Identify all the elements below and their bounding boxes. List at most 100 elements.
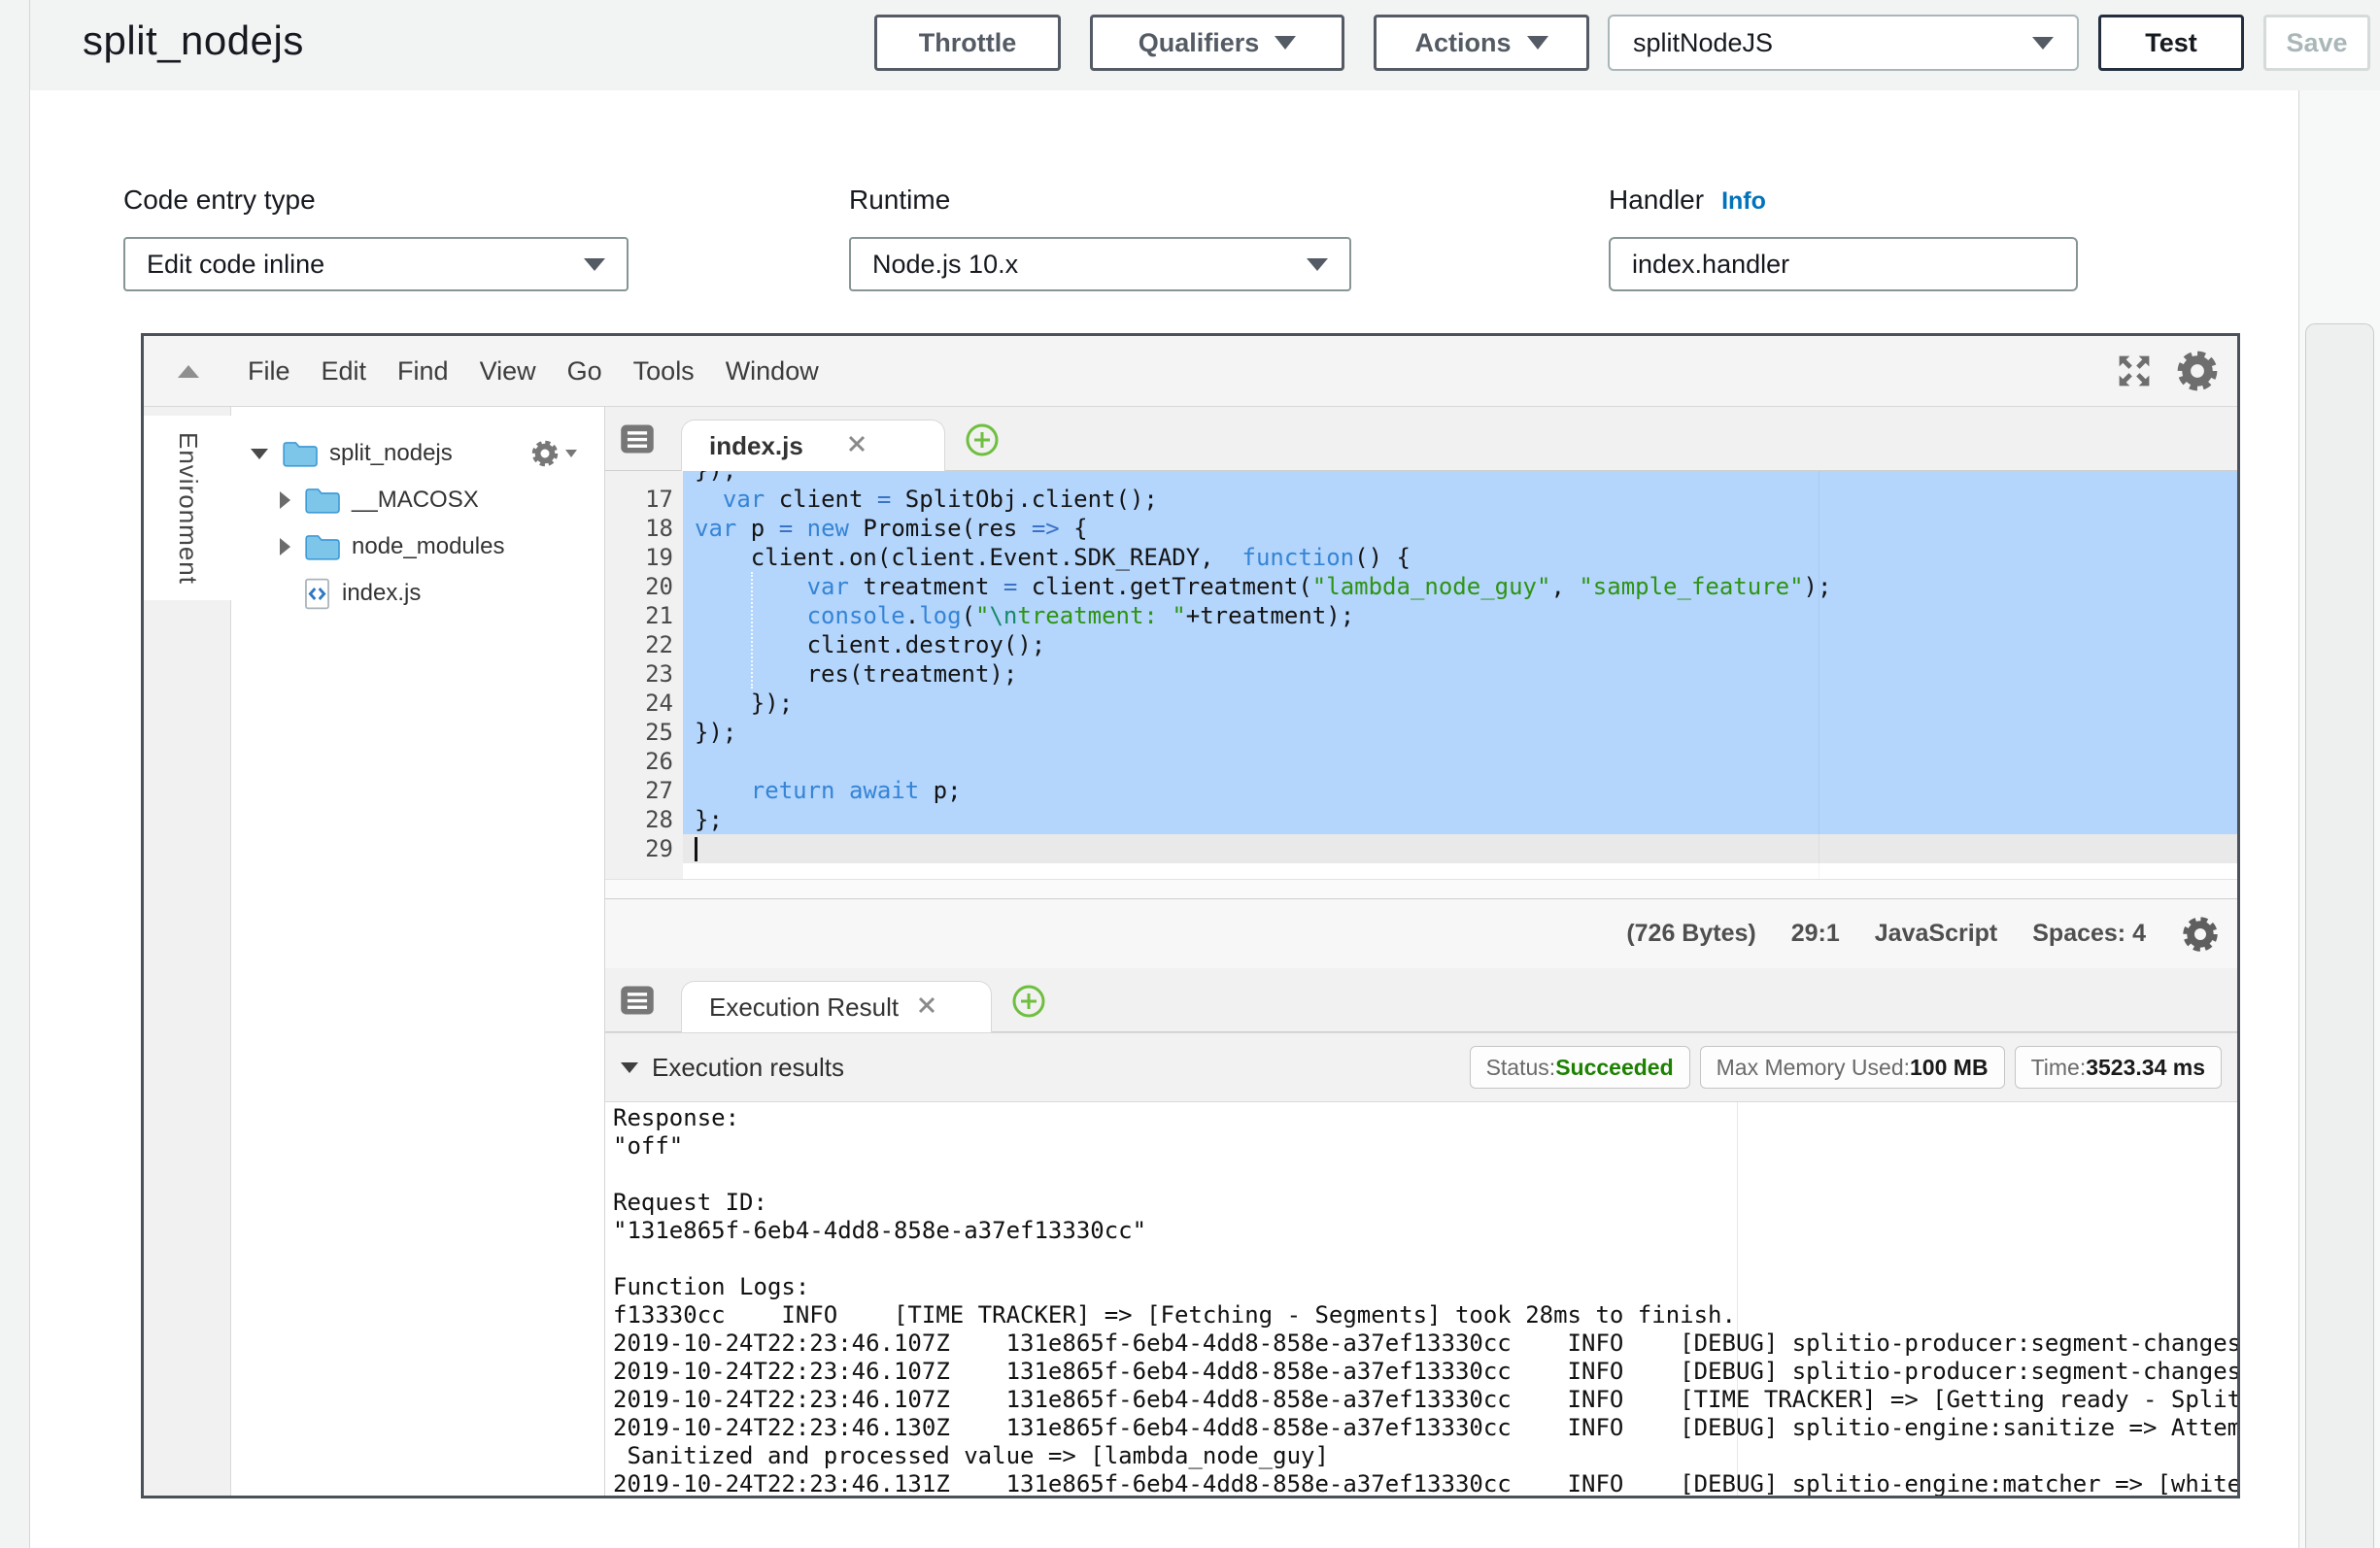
- log-line: 2019-10-24T22:23:46.107Z 131e865f-6eb4-4…: [613, 1329, 2237, 1358]
- spaces-status[interactable]: Spaces: 4: [2032, 920, 2146, 948]
- menu-item-go[interactable]: Go: [552, 356, 618, 387]
- chevron-down-icon: [1275, 36, 1296, 50]
- code-line-21: console.log("\ntreatment: "+treatment);: [695, 601, 2237, 630]
- handler-value: index.handler: [1632, 250, 1789, 280]
- code-entry-type-select[interactable]: Edit code inline: [123, 237, 629, 291]
- log-line: [613, 1161, 2237, 1189]
- log-line: "off": [613, 1132, 2237, 1161]
- log-line: 2019-10-24T22:23:46.107Z 131e865f-6eb4-4…: [613, 1358, 2237, 1386]
- runtime-select[interactable]: Node.js 10.x: [849, 237, 1351, 291]
- line-number: 28: [615, 805, 673, 834]
- log-line: Function Logs:: [613, 1273, 2237, 1301]
- menu-item-tools[interactable]: Tools: [618, 356, 710, 387]
- runtime-field: Runtime Node.js 10.x: [849, 185, 1351, 291]
- code-line-24: });: [695, 689, 2237, 718]
- line-number-gutter: 17181920212223242526272829: [605, 471, 683, 879]
- close-icon[interactable]: [916, 994, 937, 1021]
- test-event-select[interactable]: splitNodeJS: [1608, 15, 2079, 71]
- badge-value: 100 MB: [1910, 1055, 1989, 1081]
- code-line-25: });: [695, 718, 2237, 747]
- code-line-18: var p = new Promise(res => {: [695, 514, 2237, 543]
- line-number: 25: [615, 718, 673, 747]
- code-editor-area[interactable]: 17181920212223242526272829 }); var clien…: [605, 471, 2237, 898]
- tree-item-index-js[interactable]: index.js: [231, 570, 604, 617]
- menu-item-find[interactable]: Find: [382, 356, 464, 387]
- cursor-position-status[interactable]: 29:1: [1791, 920, 1840, 948]
- menu-item-view[interactable]: View: [464, 356, 552, 387]
- editor-statusbar: (726 Bytes) 29:1 JavaScript Spaces: 4: [605, 898, 2237, 968]
- cloud9-editor: FileEditFindViewGoToolsWindow: [141, 333, 2240, 1498]
- handler-info-link[interactable]: Info: [1721, 187, 1766, 216]
- close-icon[interactable]: [846, 433, 867, 459]
- folder-icon: [304, 533, 340, 560]
- file-tree: split_nodejs__MACOSXnode_modules index.js: [231, 407, 605, 1496]
- environment-tab[interactable]: Environment: [144, 416, 232, 600]
- caret-down-icon[interactable]: [251, 449, 268, 459]
- tree-item-label: index.js: [342, 580, 421, 607]
- execution-log-output: Response:"off"Request ID:"131e865f-6eb4-…: [605, 1102, 2237, 1496]
- execution-results-toggle[interactable]: Execution results: [621, 1053, 844, 1083]
- status-badge: Time: 3523.34 ms: [2015, 1046, 2222, 1089]
- language-mode-status[interactable]: JavaScript: [1875, 920, 1997, 948]
- actions-label: Actions: [1414, 28, 1511, 58]
- function-name-title: split_nodejs: [83, 17, 304, 64]
- handler-input[interactable]: index.handler: [1609, 237, 2078, 291]
- menu-item-file[interactable]: File: [232, 356, 306, 387]
- folder-icon: [282, 440, 318, 467]
- badge-value: Succeeded: [1555, 1055, 1673, 1081]
- statusbar-gear-icon[interactable]: [2181, 915, 2220, 954]
- caret-right-icon[interactable]: [280, 491, 290, 509]
- text-cursor: [695, 837, 697, 861]
- badge-label: Max Memory Used:: [1717, 1055, 1910, 1081]
- result-tabstrip: Execution Result: [605, 968, 2237, 1032]
- code-entry-type-field: Code entry type Edit code inline: [123, 185, 629, 291]
- tab-indexjs-label: index.js: [709, 431, 803, 461]
- tab-list-icon[interactable]: [619, 982, 656, 1024]
- chevron-down-icon: [2032, 37, 2054, 50]
- page-scrollbar-track[interactable]: [2298, 90, 2380, 1548]
- actions-button[interactable]: Actions: [1374, 15, 1589, 71]
- qualifiers-label: Qualifiers: [1139, 28, 1260, 58]
- code-line-27: return await p;: [695, 776, 2237, 805]
- caret-right-icon[interactable]: [280, 538, 290, 555]
- menu-item-edit[interactable]: Edit: [306, 356, 383, 387]
- new-tab-plus-icon[interactable]: [963, 421, 1002, 464]
- editor-settings-gear-icon[interactable]: [2175, 349, 2220, 393]
- new-tab-plus-icon[interactable]: [1009, 982, 1048, 1026]
- line-number: 20: [615, 572, 673, 601]
- code-line-22: client.destroy();: [695, 630, 2237, 659]
- tab-indexjs[interactable]: index.js: [681, 420, 945, 471]
- page-header: split_nodejs Throttle Qualifiers Actions…: [0, 0, 2380, 90]
- tree-item--macosx[interactable]: __MACOSX: [231, 477, 604, 523]
- qualifiers-button[interactable]: Qualifiers: [1090, 15, 1344, 71]
- file-size-status: (726 Bytes): [1626, 920, 1755, 948]
- tree-settings-gear-icon[interactable]: [530, 439, 577, 468]
- tree-item-node-modules[interactable]: node_modules: [231, 523, 604, 570]
- log-line: Sanitized and processed value => [lambda…: [613, 1442, 2237, 1470]
- throttle-label: Throttle: [919, 28, 1017, 58]
- menu-item-window[interactable]: Window: [710, 356, 834, 387]
- execution-results-title: Execution results: [652, 1053, 844, 1083]
- tab-list-icon[interactable]: [619, 421, 656, 462]
- test-button[interactable]: Test: [2098, 15, 2244, 71]
- log-line: 2019-10-24T22:23:46.131Z 131e865f-6eb4-4…: [613, 1470, 2237, 1496]
- execution-results-header: Execution results Status: SucceededMax M…: [605, 1032, 2237, 1102]
- code-entry-type-label: Code entry type: [123, 185, 629, 216]
- code-entry-type-value: Edit code inline: [147, 250, 324, 280]
- tab-execution-result[interactable]: Execution Result: [681, 981, 992, 1032]
- horizontal-scrollbar[interactable]: [605, 879, 2237, 898]
- fullscreen-icon[interactable]: [2115, 352, 2154, 390]
- collapse-menubar-icon[interactable]: [178, 365, 199, 378]
- window-edge-divider: [29, 0, 30, 1548]
- chevron-down-icon: [1527, 36, 1548, 50]
- save-button[interactable]: Save: [2263, 15, 2370, 71]
- tree-item-split-nodejs[interactable]: split_nodejs: [231, 430, 604, 477]
- code-line-28: };: [695, 805, 2237, 834]
- page-scrollbar-thumb[interactable]: [2305, 323, 2374, 1548]
- line-number: 26: [615, 747, 673, 776]
- log-line: f13330cc INFO [TIME TRACKER] => [Fetchin…: [613, 1301, 2237, 1329]
- line-number: 29: [615, 834, 673, 863]
- throttle-button[interactable]: Throttle: [874, 15, 1061, 71]
- js-file-icon: [304, 578, 330, 610]
- handler-label: Handler: [1609, 185, 1704, 216]
